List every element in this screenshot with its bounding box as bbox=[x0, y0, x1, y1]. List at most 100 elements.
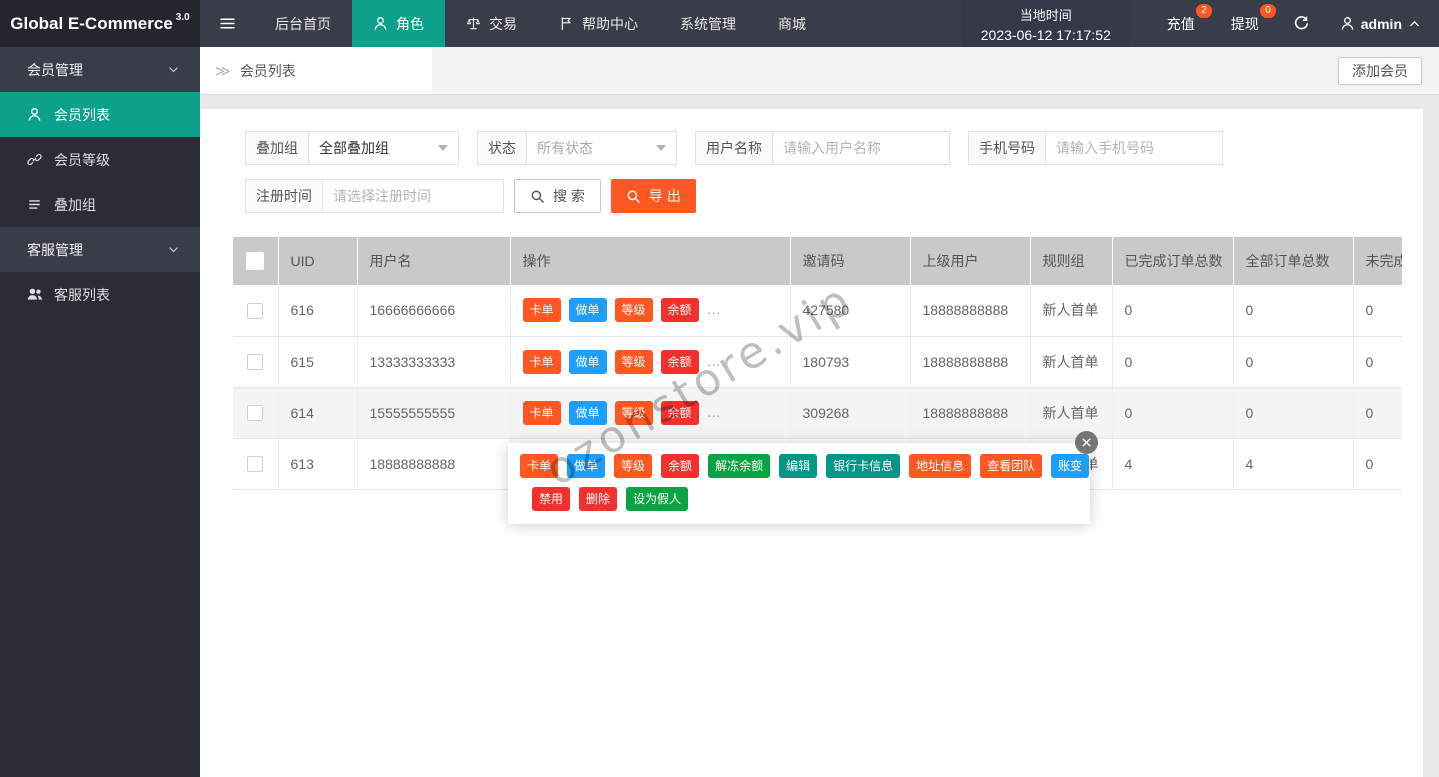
nav-item[interactable]: 商城 bbox=[757, 0, 827, 47]
action-button[interactable]: 等级 bbox=[614, 298, 653, 323]
action-button[interactable]: 卡单 bbox=[522, 400, 561, 425]
breadcrumb-chevrons-icon: ≫ bbox=[215, 62, 231, 80]
action-button[interactable]: 卡单 bbox=[522, 349, 561, 374]
filter-phone: 手机号码 bbox=[968, 131, 1223, 165]
action-button[interactable]: 做单 bbox=[567, 454, 606, 478]
sidebar-toggle-button[interactable] bbox=[200, 0, 254, 47]
more-actions-button[interactable]: … bbox=[707, 404, 723, 420]
action-button[interactable]: 余额 bbox=[661, 454, 700, 478]
chevron-down-icon bbox=[656, 145, 666, 151]
chevdown-icon bbox=[169, 67, 178, 73]
export-button[interactable]: 导 出 bbox=[610, 179, 696, 213]
username-input[interactable] bbox=[783, 140, 939, 156]
action-button[interactable]: 卡单 bbox=[522, 298, 561, 323]
action-button[interactable]: 余额 bbox=[660, 400, 699, 425]
search-button[interactable]: 搜 索 bbox=[514, 179, 601, 213]
action-button[interactable]: 查看团队 bbox=[980, 454, 1043, 478]
action-button[interactable]: 等级 bbox=[614, 454, 653, 478]
row-checkbox[interactable] bbox=[247, 354, 264, 371]
action-button[interactable]: 卡单 bbox=[520, 454, 559, 478]
regtime-input[interactable] bbox=[333, 188, 493, 204]
nav-item[interactable]: 后台首页 bbox=[254, 0, 352, 47]
sidebar-group-title[interactable]: 会员管理 bbox=[0, 47, 200, 92]
nav-item[interactable]: 交易 bbox=[445, 0, 538, 47]
row-checkbox[interactable] bbox=[247, 405, 264, 422]
phone-input[interactable] bbox=[1056, 140, 1212, 156]
action-button[interactable]: 做单 bbox=[568, 298, 607, 323]
action-button[interactable]: 等级 bbox=[614, 400, 653, 425]
sidebar-item[interactable]: 客服列表 bbox=[0, 272, 200, 317]
filter-username: 用户名称 bbox=[695, 131, 950, 165]
action-button[interactable]: 删除 bbox=[579, 487, 618, 511]
cell-completed-orders: 0 bbox=[1112, 285, 1234, 337]
withdraw-button[interactable]: 提现 0 bbox=[1231, 3, 1276, 34]
nav-item[interactable]: 系统管理 bbox=[659, 0, 757, 47]
sidebar: 会员管理会员列表会员等级叠加组客服管理客服列表 bbox=[0, 47, 200, 777]
nav-item[interactable]: 角色 bbox=[352, 0, 445, 47]
action-button[interactable]: 禁用 bbox=[532, 487, 571, 511]
table-row: 614 15555555555 卡单 做单 等级 余额 … 309268 18888888888… bbox=[233, 387, 1402, 439]
cell-parent-user: 18888888888 bbox=[910, 387, 1031, 439]
row-checkbox-cell bbox=[233, 285, 279, 337]
recharge-label: 充值 bbox=[1166, 15, 1195, 32]
cell-total-orders: 4 bbox=[1233, 438, 1354, 490]
sidebar-group-title[interactable]: 客服管理 bbox=[0, 227, 200, 272]
breadcrumb[interactable]: ≫ 会员列表 bbox=[200, 47, 432, 94]
brand-logo: Global E-Commerce 3.0 bbox=[0, 0, 200, 47]
filter-overlay-group-label: 叠加组 bbox=[245, 131, 309, 165]
refresh-button[interactable] bbox=[1293, 15, 1310, 32]
more-actions-button[interactable]: … bbox=[707, 301, 723, 317]
nav-item-label: 角色 bbox=[396, 15, 424, 32]
sidebar-group-label: 客服管理 bbox=[27, 241, 83, 258]
cell-rule-group: 新人首单 bbox=[1030, 285, 1113, 337]
popup-close-button[interactable] bbox=[1075, 431, 1098, 454]
select-all-checkbox[interactable] bbox=[246, 252, 265, 271]
sidebar-item[interactable]: 叠加组 bbox=[0, 182, 200, 227]
column-header: UID bbox=[278, 237, 358, 285]
nav-item-label: 后台首页 bbox=[275, 15, 331, 32]
action-button[interactable]: 余额 bbox=[660, 298, 699, 323]
action-button[interactable]: 设为假人 bbox=[626, 487, 689, 511]
action-button[interactable]: 账变 bbox=[1051, 454, 1090, 478]
row-checkbox[interactable] bbox=[247, 456, 264, 473]
username-input-wrap bbox=[773, 131, 950, 165]
action-button[interactable]: 地址信息 bbox=[909, 454, 972, 478]
user-icon bbox=[374, 17, 387, 30]
overlay-group-select[interactable]: 全部叠加组 bbox=[309, 131, 459, 165]
cell-actions: 卡单 做单 等级 余额 … bbox=[510, 387, 791, 439]
brand-name: Global E-Commerce bbox=[10, 13, 173, 33]
brand-version: 3.0 bbox=[175, 12, 190, 23]
action-button[interactable]: 等级 bbox=[614, 349, 653, 374]
recharge-button[interactable]: 充值 2 bbox=[1166, 3, 1212, 34]
more-actions-button[interactable]: … bbox=[707, 353, 723, 369]
user-icon bbox=[1341, 17, 1354, 30]
sidebar-item[interactable]: 会员等级 bbox=[0, 137, 200, 182]
action-button[interactable]: 余额 bbox=[660, 349, 699, 374]
nav-item[interactable]: 帮助中心 bbox=[538, 0, 659, 47]
action-button[interactable]: 解冻余额 bbox=[708, 454, 771, 478]
search-button-label: 搜 索 bbox=[553, 188, 585, 204]
action-button[interactable]: 做单 bbox=[568, 400, 607, 425]
action-button[interactable]: 银行卡信息 bbox=[826, 454, 901, 478]
nav-item-label: 系统管理 bbox=[680, 15, 736, 32]
layers-icon bbox=[29, 200, 40, 209]
hamburger-icon bbox=[219, 18, 235, 29]
action-button[interactable]: 编辑 bbox=[779, 454, 818, 478]
sidebar-item-label: 会员等级 bbox=[54, 151, 110, 168]
withdraw-badge: 0 bbox=[1260, 3, 1276, 18]
row-checkbox[interactable] bbox=[247, 302, 264, 319]
cell-completed-orders: 0 bbox=[1112, 336, 1234, 388]
filter-phone-label: 手机号码 bbox=[968, 131, 1046, 165]
row-actions-popup: 卡单 做单 等级 余额 解冻余额 编辑 银行卡信息 地址信息 查看团队 账变 禁用 删除 设为假人 bbox=[508, 431, 1098, 524]
chevron-down-icon bbox=[438, 145, 448, 151]
sidebar-item[interactable]: 会员列表 bbox=[0, 92, 200, 137]
cell-uncompleted-orders: 0 bbox=[1353, 438, 1402, 490]
cell-invite-code: 427580 bbox=[790, 285, 911, 337]
cell-rule-group: 新人首单 bbox=[1030, 336, 1113, 388]
action-button[interactable]: 做单 bbox=[568, 349, 607, 374]
user-menu[interactable]: admin bbox=[1340, 16, 1421, 32]
cell-uncompleted-orders: 0 bbox=[1353, 336, 1402, 388]
add-member-button[interactable]: 添加会员 bbox=[1338, 57, 1422, 85]
sidebar-group-label: 会员管理 bbox=[27, 61, 83, 78]
status-select[interactable]: 所有状态 bbox=[527, 131, 677, 165]
